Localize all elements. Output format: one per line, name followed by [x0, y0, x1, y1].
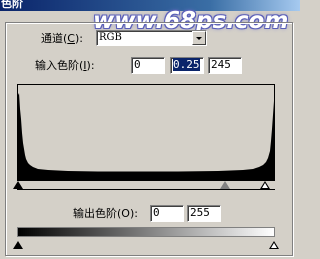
- chevron-down-icon[interactable]: [192, 31, 206, 45]
- input-gamma-field[interactable]: 0.25: [170, 57, 204, 74]
- output-white-field[interactable]: 255: [187, 205, 221, 222]
- channel-value: RGB: [99, 32, 122, 43]
- window-title: 色阶: [1, 0, 23, 10]
- input-slider-track: [17, 189, 275, 190]
- output-black-field[interactable]: 0: [150, 205, 184, 222]
- input-levels-label: 输入色阶(I):: [35, 59, 95, 72]
- output-white-slider[interactable]: [269, 241, 279, 249]
- channel-label: 通道(C):: [41, 32, 83, 45]
- channel-select[interactable]: RGB: [96, 30, 207, 46]
- output-gradient-bar: [17, 227, 275, 237]
- input-gamma-slider[interactable]: [220, 181, 230, 189]
- histogram: [17, 84, 275, 181]
- input-black-field[interactable]: 0: [131, 57, 165, 74]
- output-black-slider[interactable]: [13, 241, 23, 249]
- input-white-field[interactable]: 245: [208, 57, 242, 74]
- input-white-slider[interactable]: [260, 181, 270, 189]
- input-black-slider[interactable]: [13, 181, 23, 189]
- output-levels-label: 输出色阶(O):: [73, 207, 138, 220]
